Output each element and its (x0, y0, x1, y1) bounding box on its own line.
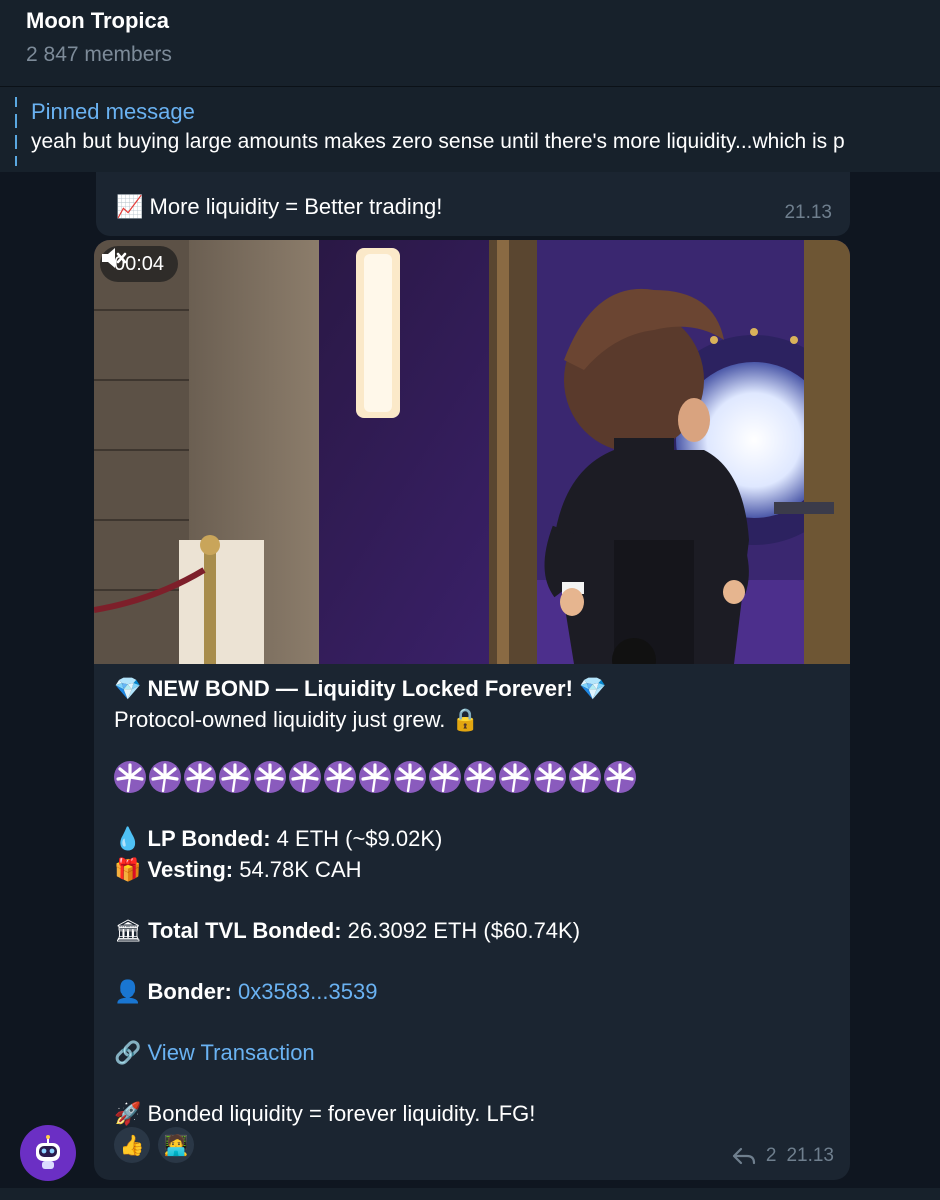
bonder-label: Bonder: (147, 979, 232, 1004)
view-transaction-link[interactable]: View Transaction (148, 1040, 315, 1065)
robot-icon (36, 1135, 60, 1169)
bond-subtitle: Protocol-owned liquidity just grew. (114, 707, 446, 732)
reply-count[interactable]: 2 (766, 1145, 777, 1167)
composer-edge (0, 1188, 940, 1200)
palm-tree-icon (324, 761, 356, 793)
palm-tree-icon (569, 761, 601, 793)
closing-row: 🚀 Bonded liquidity = forever liquidity. … (114, 1101, 535, 1127)
palm-tree-icon (499, 761, 531, 793)
palm-tree-icon (254, 761, 286, 793)
vesting-row: 🎁 Vesting: 54.78K CAH (114, 857, 362, 883)
palm-emoji-row (114, 761, 636, 793)
link-icon: 🔗 (114, 1041, 142, 1066)
lp-bonded-value: 4 ETH (~$9.02K) (270, 826, 443, 851)
tvl-value: 26.3092 ETH ($60.74K) (341, 918, 581, 943)
bond-title: NEW BOND — Liquidity Locked Forever! (147, 676, 573, 701)
lock-icon: 🔒 (451, 708, 479, 733)
message-text: More liquidity = Better trading! (149, 194, 443, 219)
gift-icon: 🎁 (114, 858, 142, 883)
reaction-technologist[interactable]: 🧑‍💻 (158, 1127, 194, 1163)
chat-header[interactable]: Moon Tropica 2 847 members (0, 0, 940, 86)
pinned-indicator-segment (15, 97, 17, 107)
message-time: 21.13 (784, 202, 832, 223)
bond-subtitle-row: Protocol-owned liquidity just grew. 🔒 (114, 707, 479, 733)
pinned-message-bar[interactable]: Pinned message yeah but buying large amo… (0, 86, 940, 172)
message-list[interactable]: 📈 More liquidity = Better trading! 21.13 (0, 172, 940, 1200)
closing-text: Bonded liquidity = forever liquidity. LF… (147, 1101, 536, 1126)
transaction-row: 🔗 View Transaction (114, 1040, 315, 1066)
message-bubble[interactable]: 00:04 💎 NEW BOND — Liquidity Locked Fore… (94, 240, 850, 1180)
reaction-thumbs-up[interactable]: 👍 (114, 1127, 150, 1163)
palm-tree-icon (604, 761, 636, 793)
video-duration-badge[interactable]: 00:04 (100, 246, 179, 282)
rocket-icon: 🚀 (114, 1102, 142, 1127)
gem-icon: 💎 (114, 677, 142, 702)
chat-title: Moon Tropica (26, 8, 169, 33)
palm-tree-icon (184, 761, 216, 793)
tvl-label: Total TVL Bonded: (148, 918, 342, 943)
palm-tree-icon (394, 761, 426, 793)
palm-tree-icon (219, 761, 251, 793)
message-meta: 2 21.13 (732, 1145, 834, 1167)
muted-speaker-icon[interactable] (100, 246, 128, 270)
pinned-text: yeah but buying large amounts makes zero… (31, 130, 845, 153)
bond-title-row: 💎 NEW BOND — Liquidity Locked Forever! 💎 (114, 676, 606, 702)
tvl-row: 🏛 Total TVL Bonded: 26.3092 ETH ($60.74K… (114, 918, 580, 944)
palm-tree-icon (114, 761, 146, 793)
video-frame (94, 240, 850, 664)
lp-bonded-label: LP Bonded: (147, 826, 271, 851)
message-bubble[interactable]: 📈 More liquidity = Better trading! 21.13 (96, 172, 850, 236)
pinned-indicator-segment (15, 114, 17, 128)
droplet-icon: 💧 (114, 827, 142, 852)
user-silhouette-icon: 👤 (114, 980, 142, 1005)
pinned-indicator-segment (15, 156, 17, 166)
lp-bonded-row: 💧 LP Bonded: 4 ETH (~$9.02K) (114, 826, 442, 852)
member-count: 2 847 members (26, 43, 172, 66)
palm-tree-icon (149, 761, 181, 793)
pinned-indicator-segment (15, 135, 17, 149)
palm-tree-icon (289, 761, 321, 793)
vesting-value: 54.78K CAH (233, 857, 362, 882)
message-text-row: 📈 More liquidity = Better trading! (116, 194, 442, 220)
classical-building-icon: 🏛 (114, 919, 142, 944)
palm-tree-icon (464, 761, 496, 793)
palm-tree-icon (534, 761, 566, 793)
pinned-title: Pinned message (31, 99, 195, 124)
reply-arrow-icon[interactable] (732, 1146, 756, 1166)
bonder-address-link[interactable]: 0x3583...3539 (232, 979, 377, 1004)
palm-tree-icon (429, 761, 461, 793)
reactions-bar: 👍 🧑‍💻 (114, 1127, 194, 1163)
bot-avatar[interactable] (20, 1125, 76, 1181)
vesting-label: Vesting: (147, 857, 234, 882)
chart-increasing-icon: 📈 (116, 195, 144, 220)
message-time: 21.13 (786, 1145, 834, 1166)
palm-tree-icon (359, 761, 391, 793)
bonder-row: 👤 Bonder: 0x3583...3539 (114, 979, 377, 1005)
video-player[interactable]: 00:04 (94, 240, 850, 664)
gem-icon: 💎 (579, 677, 607, 702)
